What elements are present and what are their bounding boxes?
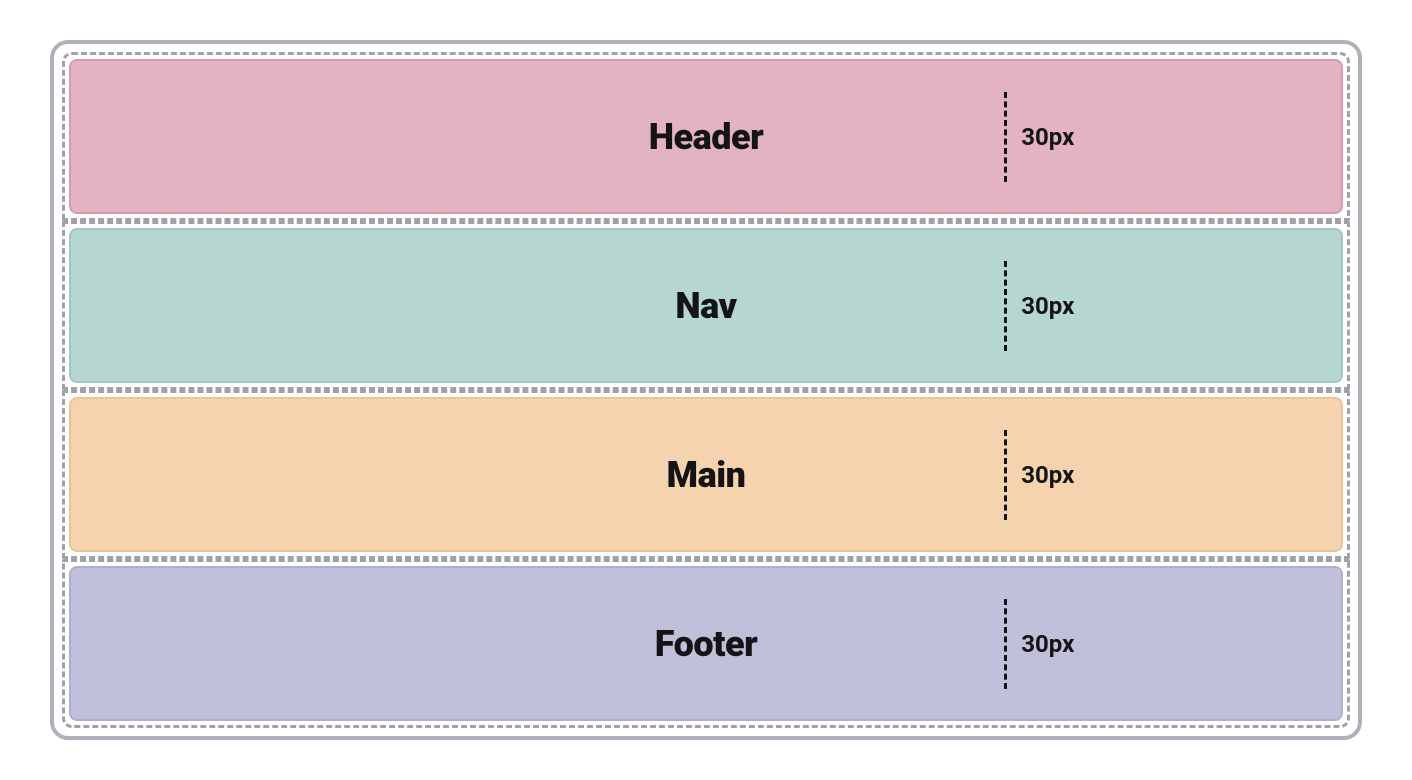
main-measure-group: 30px bbox=[1004, 430, 1074, 520]
dashed-outline: Nav 30px bbox=[62, 221, 1350, 390]
dashed-outline: Header 30px bbox=[62, 52, 1350, 221]
vertical-dash-icon bbox=[1004, 599, 1007, 689]
main-label: Main bbox=[667, 454, 746, 496]
footer-measure: 30px bbox=[1021, 630, 1074, 658]
vertical-dash-icon bbox=[1004, 92, 1007, 182]
main-measure: 30px bbox=[1021, 461, 1074, 489]
nav-measure-group: 30px bbox=[1004, 261, 1074, 351]
header-row: Header 30px bbox=[62, 52, 1350, 221]
vertical-dash-icon bbox=[1004, 261, 1007, 351]
footer-row: Footer 30px bbox=[62, 559, 1350, 728]
vertical-dash-icon bbox=[1004, 430, 1007, 520]
layout-diagram-container: Header 30px Nav 30px Main bbox=[50, 40, 1362, 740]
main-row: Main 30px bbox=[62, 390, 1350, 559]
main-region: Main 30px bbox=[69, 397, 1343, 552]
header-measure: 30px bbox=[1021, 123, 1074, 151]
footer-region: Footer 30px bbox=[69, 566, 1343, 721]
nav-region: Nav 30px bbox=[69, 228, 1343, 383]
dashed-outline: Main 30px bbox=[62, 390, 1350, 559]
header-region: Header 30px bbox=[69, 59, 1343, 214]
dashed-outline: Footer 30px bbox=[62, 559, 1350, 728]
nav-measure: 30px bbox=[1021, 292, 1074, 320]
footer-measure-group: 30px bbox=[1004, 599, 1074, 689]
nav-label: Nav bbox=[675, 285, 736, 327]
footer-label: Footer bbox=[655, 623, 757, 665]
nav-row: Nav 30px bbox=[62, 221, 1350, 390]
header-measure-group: 30px bbox=[1004, 92, 1074, 182]
header-label: Header bbox=[649, 116, 764, 158]
